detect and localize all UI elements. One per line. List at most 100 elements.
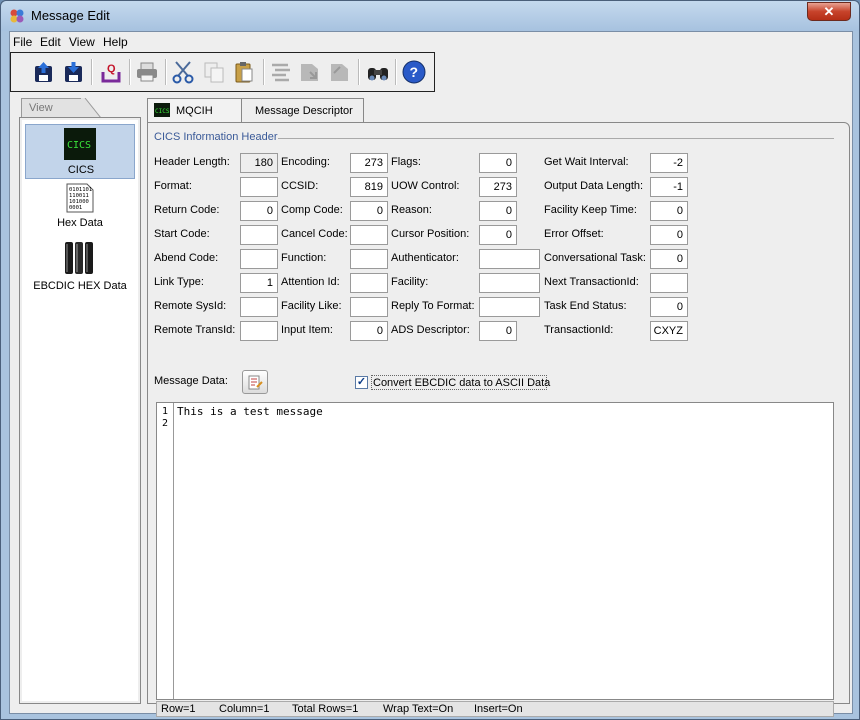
field-input[interactable] (350, 249, 388, 269)
field-input[interactable]: 1 (240, 273, 278, 293)
print-icon[interactable] (135, 60, 159, 84)
field-input[interactable]: 273 (350, 153, 388, 173)
field-label: TransactionId: (544, 324, 614, 336)
message-data-button[interactable] (242, 370, 268, 394)
field-label: Encoding: (281, 156, 330, 168)
import-icon[interactable] (298, 60, 322, 84)
tab-message-descriptor[interactable]: Message Descriptor (242, 98, 364, 122)
field-input[interactable] (240, 297, 278, 317)
field-label: Task End Status: (544, 300, 627, 312)
close-button[interactable]: ✕ (807, 2, 851, 21)
view-item-hex-data[interactable]: 0101101 110011 101000 0001 Hex Data (25, 181, 135, 236)
field-label: Flags: (391, 156, 421, 168)
message-editor[interactable]: 12 This is a test message (156, 402, 834, 700)
field-input[interactable]: 0 (479, 321, 517, 341)
save-icon[interactable] (32, 60, 56, 84)
field-input[interactable]: 0 (650, 297, 688, 317)
save-as-icon[interactable] (62, 60, 86, 84)
field-input[interactable]: -1 (650, 177, 688, 197)
toolbar-separator (165, 59, 167, 85)
field-input[interactable] (240, 225, 278, 245)
field-label: Return Code: (154, 204, 220, 216)
field-label: ADS Descriptor: (391, 324, 470, 336)
help-icon[interactable]: ? (402, 60, 426, 84)
field-input[interactable] (240, 249, 278, 269)
field-input[interactable] (350, 297, 388, 317)
menu-edit[interactable]: Edit (40, 35, 61, 49)
field-input[interactable]: -2 (650, 153, 688, 173)
field-input[interactable]: 0 (650, 249, 688, 269)
field-input[interactable]: 273 (479, 177, 517, 197)
field-label: UOW Control: (391, 180, 460, 192)
field-input[interactable]: 819 (350, 177, 388, 197)
field-label: Next TransactionId: (544, 276, 639, 288)
field-label: Remote SysId: (154, 300, 227, 312)
field-input[interactable] (650, 273, 688, 293)
field-label: Authenticator: (391, 252, 459, 264)
field-input[interactable]: 0 (650, 201, 688, 221)
view-item-label: Hex Data (57, 217, 103, 229)
field-input[interactable]: CXYZ (650, 321, 688, 341)
field-input[interactable]: 0 (479, 201, 517, 221)
q-icon[interactable]: Q (99, 60, 123, 84)
menu-view[interactable]: View (69, 35, 95, 49)
view-item-cics[interactable]: CICS CICS (25, 124, 135, 179)
field-label: Get Wait Interval: (544, 156, 629, 168)
toolbar-separator (91, 59, 93, 85)
field-input[interactable] (479, 297, 540, 317)
field-input[interactable] (240, 321, 278, 341)
view-tab[interactable]: View (21, 98, 83, 118)
paste-icon[interactable] (232, 60, 256, 84)
edit-document-icon (248, 375, 263, 390)
tab-mqcih[interactable]: CICS MQCIH (147, 98, 242, 122)
line-number-gutter: 12 (157, 403, 174, 699)
copy-icon[interactable] (202, 60, 226, 84)
field-input[interactable] (479, 249, 540, 269)
section-title: CICS Information Header (154, 131, 278, 143)
field-label: Start Code: (154, 228, 210, 240)
format-icon[interactable] (269, 60, 293, 84)
field-input[interactable]: 0 (479, 225, 517, 245)
field-input[interactable]: 0 (350, 321, 388, 341)
cics-icon: CICS (64, 128, 96, 160)
view-item-label: EBCDIC HEX Data (33, 280, 127, 292)
mqcih-panel: CICS Information Header Header Length: 1 8… (147, 122, 850, 717)
convert-checkbox[interactable]: ✓ (355, 376, 368, 389)
field-input[interactable] (240, 177, 278, 197)
toolbar-separator (395, 59, 397, 85)
main-panel: CICS MQCIH Message Descriptor CICS Infor… (147, 98, 850, 717)
field-input[interactable]: 0 (350, 201, 388, 221)
status-row: Row=1 (161, 703, 196, 715)
field-label: Comp Code: (281, 204, 343, 216)
find-icon[interactable] (366, 60, 390, 84)
view-item-ebcdic-hex[interactable]: EBCDIC HEX Data (25, 238, 135, 296)
status-total-rows: Total Rows=1 (292, 703, 359, 715)
window-title: Message Edit (31, 8, 110, 23)
message-text[interactable]: This is a test message (177, 405, 323, 418)
field-label: Cancel Code: (281, 228, 348, 240)
export-icon[interactable] (328, 60, 352, 84)
field-label: Reply To Format: (391, 300, 475, 312)
field-label: CCSID: (281, 180, 319, 192)
field-input[interactable]: 0 (650, 225, 688, 245)
status-wrap: Wrap Text=On (383, 703, 454, 715)
field-input[interactable]: 0 (479, 153, 517, 173)
field-label: Header Length: (154, 156, 230, 168)
convert-label: Convert EBCDIC data to ASCII Data (371, 375, 551, 390)
toolbar-separator (358, 59, 360, 85)
toolbar: Q ? (10, 52, 435, 92)
editor-status-bar: Row=1 Column=1 Total Rows=1 Wrap Text=On… (156, 701, 834, 717)
title-bar[interactable]: Message Edit ✕ (1, 1, 859, 31)
cics-icon-text: CICS (67, 140, 91, 151)
field-input[interactable] (350, 273, 388, 293)
toolbar-separator (129, 59, 131, 85)
cut-icon[interactable] (171, 60, 195, 84)
mqcih-tab-icon-text: CICS (155, 108, 170, 115)
field-input[interactable] (479, 273, 540, 293)
view-list: CICS CICS 0101101 110011 101000 0001 Hex… (19, 117, 141, 704)
menu-help[interactable]: Help (103, 35, 128, 49)
field-label: Reason: (391, 204, 432, 216)
menu-file[interactable]: File (13, 35, 32, 49)
field-input[interactable]: 0 (240, 201, 278, 221)
field-input[interactable] (350, 225, 388, 245)
